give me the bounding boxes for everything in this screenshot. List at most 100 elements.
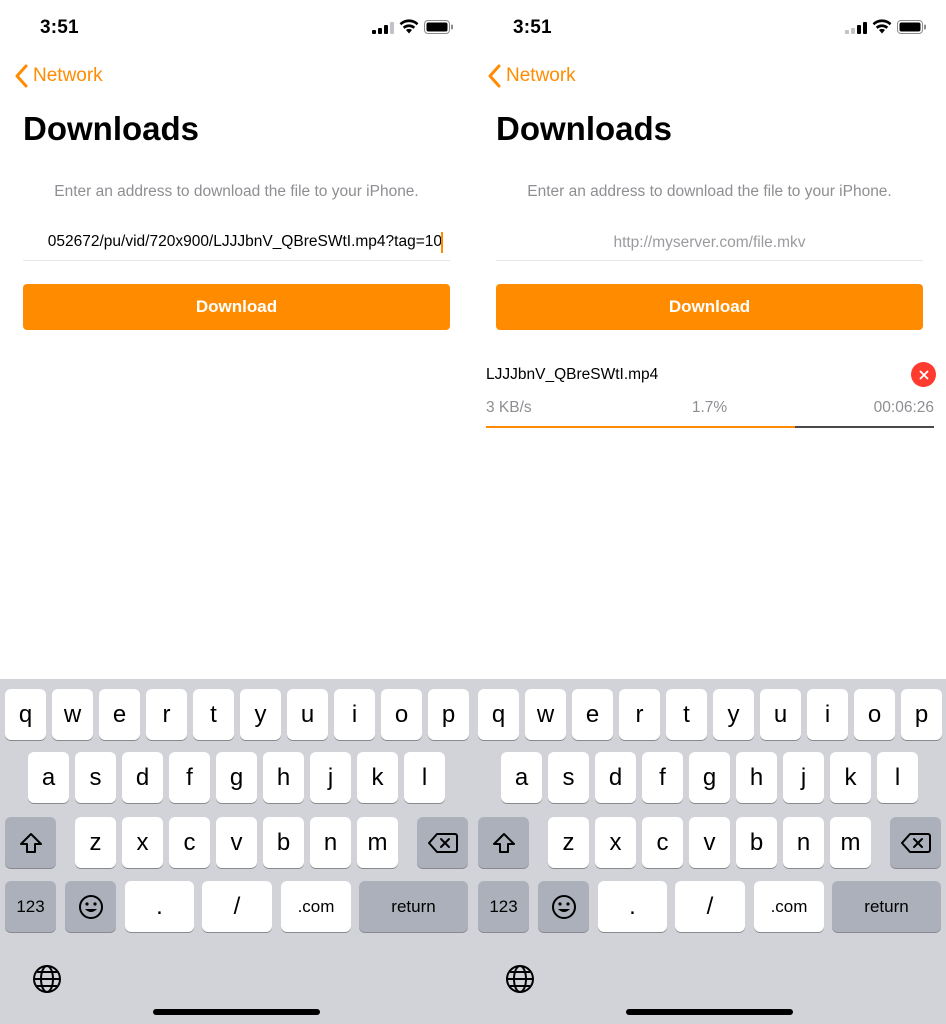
download-progress-fill: [486, 426, 796, 428]
key-r[interactable]: r: [146, 689, 187, 740]
key-q[interactable]: q: [478, 689, 519, 740]
key-i[interactable]: i: [334, 689, 375, 740]
download-button[interactable]: Download: [496, 284, 923, 330]
key-k[interactable]: k: [830, 752, 871, 803]
key-f[interactable]: f: [169, 752, 210, 803]
delete-key[interactable]: [417, 817, 468, 868]
key-f[interactable]: f: [642, 752, 683, 803]
battery-icon: [897, 20, 926, 34]
download-time-remaining: 00:06:26: [873, 399, 934, 416]
key-a[interactable]: a: [28, 752, 69, 803]
key-y[interactable]: y: [713, 689, 754, 740]
key-b[interactable]: b: [736, 817, 777, 868]
shift-key[interactable]: [5, 817, 56, 868]
numbers-key[interactable]: 123: [5, 881, 56, 932]
key-i[interactable]: i: [807, 689, 848, 740]
wifi-icon: [872, 19, 892, 34]
status-bar: 3:51: [0, 0, 473, 56]
key-h[interactable]: h: [736, 752, 777, 803]
key-e[interactable]: e: [99, 689, 140, 740]
key-e[interactable]: e: [572, 689, 613, 740]
key-n[interactable]: n: [310, 817, 351, 868]
key-c[interactable]: c: [169, 817, 210, 868]
emoji-key[interactable]: [538, 881, 589, 932]
key-w[interactable]: w: [52, 689, 93, 740]
cancel-download-button[interactable]: [911, 362, 936, 387]
home-indicator[interactable]: [626, 1009, 793, 1015]
key-p[interactable]: p: [901, 689, 942, 740]
emoji-key[interactable]: [65, 881, 116, 932]
key-j[interactable]: j: [783, 752, 824, 803]
status-time: 3:51: [513, 17, 552, 38]
period-key[interactable]: .: [598, 881, 667, 932]
shift-key[interactable]: [478, 817, 529, 868]
key-t[interactable]: t: [666, 689, 707, 740]
emoji-icon: [551, 894, 576, 919]
key-a[interactable]: a: [501, 752, 542, 803]
home-indicator[interactable]: [153, 1009, 320, 1015]
key-n[interactable]: n: [783, 817, 824, 868]
slash-key[interactable]: /: [675, 881, 745, 932]
key-v[interactable]: v: [689, 817, 730, 868]
key-j[interactable]: j: [310, 752, 351, 803]
key-t[interactable]: t: [193, 689, 234, 740]
key-z[interactable]: z: [75, 817, 116, 868]
key-g[interactable]: g: [689, 752, 730, 803]
key-k[interactable]: k: [357, 752, 398, 803]
chevron-left-icon: [15, 64, 28, 88]
key-l[interactable]: l: [404, 752, 445, 803]
key-s[interactable]: s: [548, 752, 589, 803]
back-button[interactable]: Network: [14, 62, 103, 90]
key-m[interactable]: m: [357, 817, 398, 868]
key-w[interactable]: w: [525, 689, 566, 740]
close-icon: [919, 370, 928, 379]
page-title: Downloads: [496, 110, 673, 147]
numbers-key[interactable]: 123: [478, 881, 529, 932]
url-input[interactable]: http://myserver.com/file.mkv: [496, 228, 923, 261]
dotcom-key[interactable]: .com: [754, 881, 824, 932]
dotcom-key[interactable]: .com: [281, 881, 351, 932]
split-screens: 3:51 Network Downloads Enter an address …: [0, 0, 946, 1024]
key-q[interactable]: q: [5, 689, 46, 740]
key-l[interactable]: l: [877, 752, 918, 803]
key-o[interactable]: o: [854, 689, 895, 740]
key-r[interactable]: r: [619, 689, 660, 740]
key-d[interactable]: d: [122, 752, 163, 803]
key-x[interactable]: x: [595, 817, 636, 868]
download-progress-bar: [486, 426, 934, 428]
key-u[interactable]: u: [760, 689, 801, 740]
globe-icon[interactable]: [31, 963, 63, 995]
status-time: 3:51: [40, 17, 79, 38]
return-key[interactable]: return: [832, 881, 941, 932]
globe-icon[interactable]: [504, 963, 536, 995]
key-c[interactable]: c: [642, 817, 683, 868]
key-m[interactable]: m: [830, 817, 871, 868]
key-y[interactable]: y: [240, 689, 281, 740]
key-u[interactable]: u: [287, 689, 328, 740]
delete-key[interactable]: [890, 817, 941, 868]
key-x[interactable]: x: [122, 817, 163, 868]
key-g[interactable]: g: [216, 752, 257, 803]
screen-right: 3:51 Network Downloads Enter an address …: [473, 0, 946, 1024]
cellular-signal-icon: [845, 22, 867, 34]
back-button[interactable]: Network: [487, 62, 576, 90]
key-d[interactable]: d: [595, 752, 636, 803]
return-key[interactable]: return: [359, 881, 468, 932]
key-p[interactable]: p: [428, 689, 469, 740]
backspace-icon: [900, 832, 931, 853]
key-s[interactable]: s: [75, 752, 116, 803]
status-bar: 3:51: [473, 0, 946, 56]
key-b[interactable]: b: [263, 817, 304, 868]
period-key[interactable]: .: [125, 881, 194, 932]
instruction-text: Enter an address to download the file to…: [54, 183, 419, 200]
backspace-icon: [427, 832, 458, 853]
instruction-text: Enter an address to download the file to…: [527, 183, 892, 200]
key-v[interactable]: v: [216, 817, 257, 868]
slash-key[interactable]: /: [202, 881, 272, 932]
url-input[interactable]: 052672/pu/vid/720x900/LJJJbnV_QBreSWtI.m…: [23, 228, 450, 261]
key-h[interactable]: h: [263, 752, 304, 803]
url-input-placeholder: http://myserver.com/file.mkv: [613, 234, 806, 251]
key-o[interactable]: o: [381, 689, 422, 740]
key-z[interactable]: z: [548, 817, 589, 868]
download-button[interactable]: Download: [23, 284, 450, 330]
